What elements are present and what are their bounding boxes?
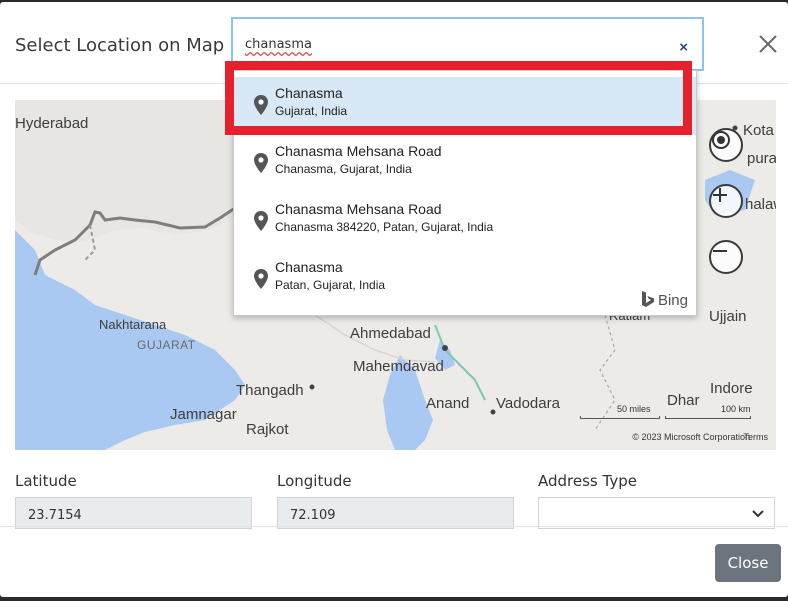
map-label-nakhtarana: Nakhtarana: [99, 317, 167, 332]
modal-title: Select Location on Map: [15, 35, 225, 56]
map-copyright: © 2023 Microsoft Corporation: [632, 432, 750, 442]
location-pin-icon: [254, 269, 268, 289]
map-label-thangadh: Thangadh: [236, 382, 304, 399]
zoom-in-icon[interactable]: [709, 184, 743, 218]
suggestion-item[interactable]: Chanasma Patan, Gujarat, India: [234, 251, 696, 309]
scale-miles: 50 miles: [617, 404, 651, 414]
suggestion-name: Chanasma Mehsana Road: [275, 143, 442, 159]
locate-me-icon[interactable]: [709, 128, 743, 162]
location-pin-icon: [254, 95, 268, 115]
footer-divider: [0, 526, 788, 527]
scale-bar-km: [665, 416, 751, 419]
scale-km: 100 km: [721, 404, 751, 414]
map-label-hyderabad: Hyderabad: [15, 115, 89, 132]
bing-label: Bing: [657, 291, 688, 309]
bing-icon: [641, 291, 654, 307]
zoom-out-icon[interactable]: [709, 240, 743, 274]
map-label-indore: Indore: [710, 380, 753, 397]
address-type-label: Address Type: [538, 472, 637, 490]
bing-logo: Bing: [641, 291, 688, 309]
map-label-ahmedabad: Ahmedabad: [350, 325, 431, 342]
select-location-modal: Select Location on Map Hyderabad Kota pu…: [0, 2, 788, 597]
scale-bar-miles: [580, 416, 660, 419]
map-label-dhar: Dhar: [667, 392, 700, 409]
map-label-kota: Kota: [743, 122, 774, 139]
location-pin-icon: [254, 211, 268, 231]
location-search-box[interactable]: chanasma ×: [231, 17, 704, 71]
suggestion-detail: Gujarat, India: [275, 104, 348, 118]
suggestion-detail: Chanasma, Gujarat, India: [275, 162, 412, 176]
search-input[interactable]: chanasma: [245, 37, 312, 52]
chevron-down-icon: [752, 510, 764, 518]
map-label-rajkot: Rajkot: [246, 421, 289, 438]
map-label-halaw: halaw: [745, 196, 776, 213]
map-label-vadodara: Vadodara: [496, 395, 560, 412]
suggestion-name: Chanasma Mehsana Road: [275, 201, 442, 217]
map-label-mahemdavad: Mahemdavad: [353, 358, 444, 375]
suggestion-item[interactable]: Chanasma Mehsana Road Chanasma, Gujarat,…: [234, 135, 696, 193]
map-label-ujjain: Ujjain: [709, 308, 747, 325]
suggestion-name: Chanasma: [275, 259, 343, 275]
address-type-select[interactable]: [538, 497, 775, 529]
clear-icon[interactable]: ×: [679, 39, 688, 56]
map-label-jamnagar: Jamnagar: [170, 406, 237, 423]
suggestion-detail: Patan, Gujarat, India: [275, 278, 386, 292]
map-label-anand: Anand: [426, 395, 470, 412]
longitude-field[interactable]: 72.109: [277, 497, 514, 529]
longitude-label: Longitude: [277, 472, 352, 490]
suggestions-dropdown: Chanasma Gujarat, India Chanasma Mehsana…: [233, 70, 697, 316]
map-terms-link[interactable]: Terms: [744, 432, 769, 442]
close-icon[interactable]: [756, 32, 780, 56]
latitude-label: Latitude: [15, 472, 77, 490]
map-label-gujarat: GUJARAT: [137, 338, 196, 352]
map-label-pura: pura: [747, 150, 776, 167]
suggestion-name: Chanasma: [275, 85, 343, 101]
suggestion-item[interactable]: Chanasma Mehsana Road Chanasma 384220, P…: [234, 193, 696, 251]
close-button[interactable]: Close: [715, 544, 781, 582]
location-pin-icon: [254, 153, 268, 173]
suggestion-detail: Chanasma 384220, Patan, Gujarat, India: [275, 220, 494, 234]
latitude-field[interactable]: 23.7154: [15, 497, 252, 529]
suggestion-item[interactable]: Chanasma Gujarat, India: [234, 77, 696, 135]
